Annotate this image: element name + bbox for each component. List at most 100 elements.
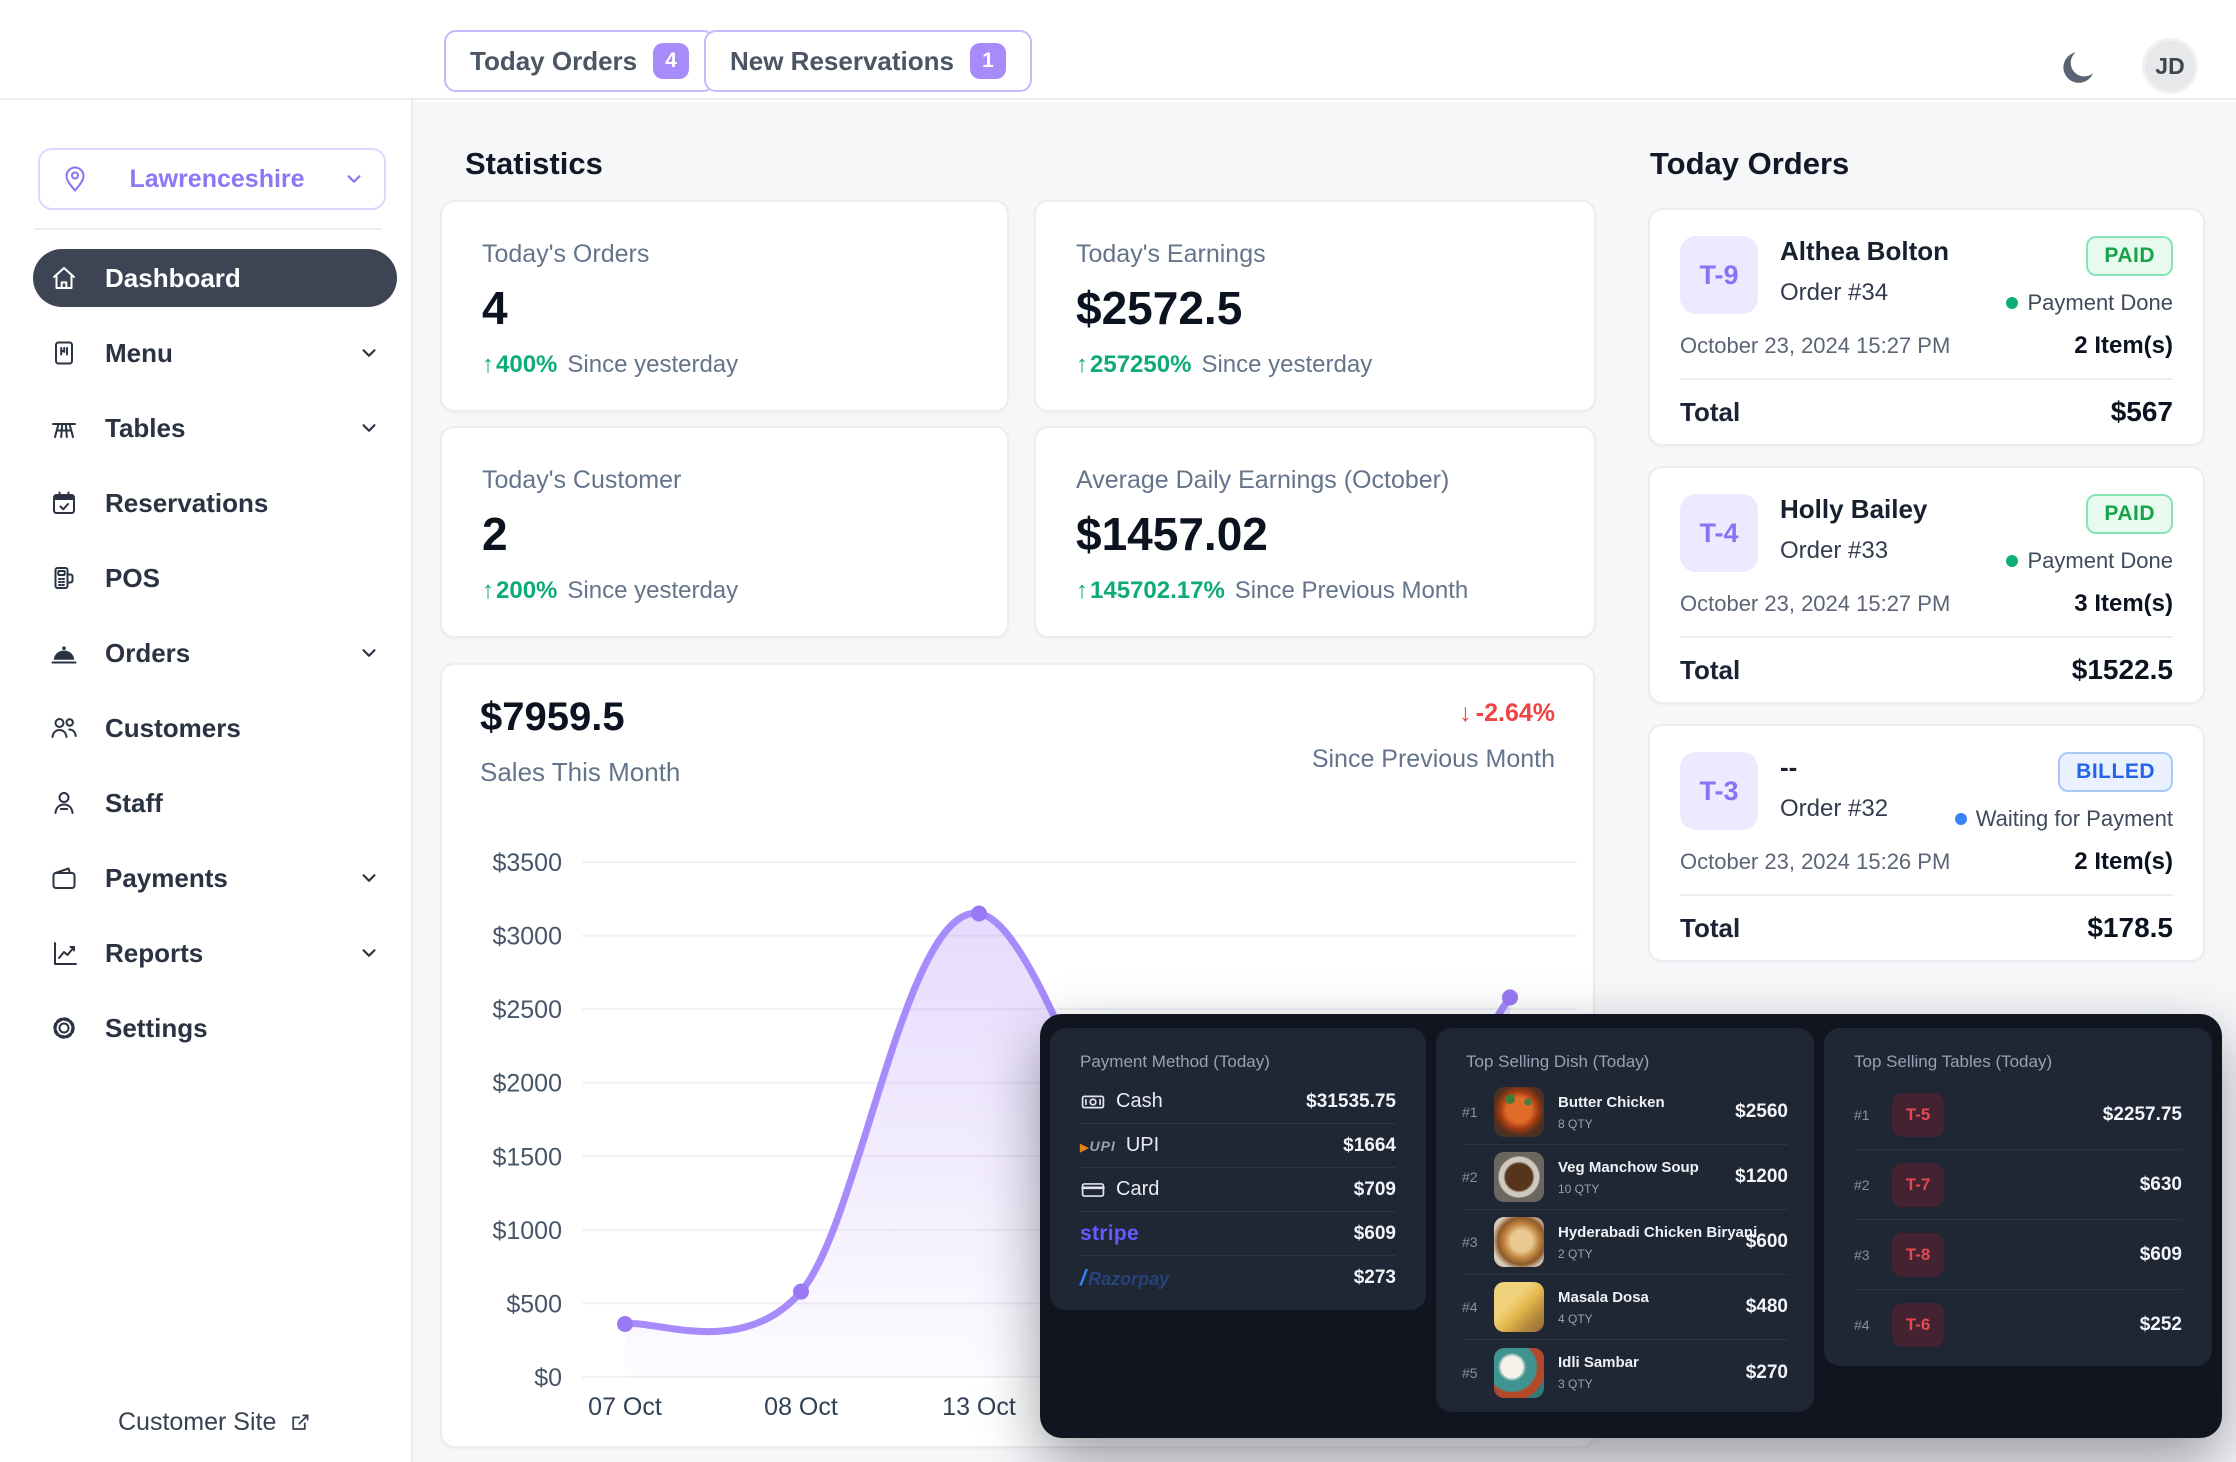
sidebar-item-settings[interactable]: Settings <box>33 999 397 1057</box>
status-dot <box>2006 555 2018 567</box>
dish-row: #1 Butter Chicken 8 QTY $2560 <box>1462 1080 1788 1145</box>
dish-qty: 8 QTY <box>1558 1117 1665 1131</box>
new-reservations-button[interactable]: New Reservations 1 <box>704 30 1032 92</box>
stat-delta-note: Since yesterday <box>1201 351 1372 379</box>
rank-label: #3 <box>1854 1247 1886 1263</box>
moon-icon <box>2058 46 2102 90</box>
location-label: Lawrenceshire <box>90 165 344 194</box>
customer-site-link[interactable]: Customer Site <box>118 1408 312 1437</box>
sidebar-item-reports[interactable]: Reports <box>33 924 397 982</box>
dish-name: Veg Manchow Soup <box>1558 1159 1699 1176</box>
table-badge: T-3 <box>1680 752 1758 830</box>
dish-amount: $270 <box>1736 1362 1788 1384</box>
divider <box>1680 378 2173 380</box>
sales-total-label: Sales This Month <box>480 757 680 788</box>
order-items-count: 3 Item(s) <box>2074 590 2173 618</box>
up-arrow-icon: ↑ <box>1076 577 1088 605</box>
svg-text:13 Oct: 13 Oct <box>942 1393 1016 1421</box>
stat-value: $2572.5 <box>1076 281 1554 335</box>
payment-method-label: UPI <box>1126 1134 1159 1157</box>
status-badge: PAID <box>2086 236 2173 276</box>
sidebar-item-label: Tables <box>105 413 185 444</box>
up-arrow-icon: ↑ <box>482 577 494 605</box>
table-amount: $2257.75 <box>2103 1104 2182 1126</box>
order-number: Order #33 <box>1780 537 1927 565</box>
insights-overlay: Payment Method (Today) Cash $31535.75 ▶U… <box>1040 1014 2222 1438</box>
today-orders-button[interactable]: Today Orders 4 <box>444 30 715 92</box>
table-badge: T-9 <box>1680 236 1758 314</box>
payment-row: stripe $609 <box>1080 1212 1396 1256</box>
topbar: Today Orders 4 New Reservations 1 JD <box>0 0 2236 100</box>
table-amount: $609 <box>2140 1244 2182 1266</box>
dish-qty: 2 QTY <box>1558 1247 1736 1261</box>
sidebar-item-dashboard[interactable]: Dashboard <box>33 249 397 307</box>
table-row: #3 T-8 $609 <box>1854 1220 2182 1290</box>
table-badge: T-7 <box>1892 1163 1944 1207</box>
location-pin-icon <box>60 164 90 194</box>
table-amount: $252 <box>2140 1314 2182 1336</box>
sidebar-item-label: Staff <box>105 788 163 819</box>
order-card[interactable]: T-3 -- Order #32 BILLED Waiting for Paym… <box>1648 724 2205 962</box>
status-note-text: Waiting for Payment <box>1976 806 2173 832</box>
avatar[interactable]: JD <box>2142 38 2198 94</box>
svg-text:$1000: $1000 <box>492 1217 562 1245</box>
order-datetime: October 23, 2024 15:27 PM <box>1680 591 1950 617</box>
status-badge: PAID <box>2086 494 2173 534</box>
sidebar-item-reservations[interactable]: Reservations <box>33 474 397 532</box>
dish-image <box>1494 1217 1544 1267</box>
location-selector[interactable]: Lawrenceshire <box>38 148 386 210</box>
dish-qty: 10 QTY <box>1558 1182 1699 1196</box>
sidebar-item-label: Reports <box>105 938 203 969</box>
order-card[interactable]: T-9 Althea Bolton Order #34 PAID Payment… <box>1648 208 2205 446</box>
table-badge: T-4 <box>1680 494 1758 572</box>
table-row: #2 T-7 $630 <box>1854 1150 2182 1220</box>
up-arrow-icon: ↑ <box>482 351 494 379</box>
sidebar-item-pos[interactable]: POS <box>33 549 397 607</box>
total-value: $178.5 <box>2087 912 2173 944</box>
chart-icon <box>49 938 79 968</box>
sidebar: Lawrenceshire Dashboard Menu <box>30 100 413 1462</box>
sales-delta-percent: -2.64% <box>1476 699 1555 728</box>
stripe-logo: stripe <box>1080 1222 1139 1246</box>
sidebar-item-label: POS <box>105 563 160 594</box>
sidebar-item-customers[interactable]: Customers <box>33 699 397 757</box>
panel-title: Top Selling Tables (Today) <box>1824 1028 2212 1080</box>
stat-delta-percent: 145702.17% <box>1090 577 1225 605</box>
stat-delta-note: Since yesterday <box>567 351 738 379</box>
order-datetime: October 23, 2024 15:26 PM <box>1680 849 1950 875</box>
order-items-count: 2 Item(s) <box>2074 848 2173 876</box>
svg-text:$500: $500 <box>506 1290 562 1318</box>
sidebar-item-menu[interactable]: Menu <box>33 324 397 382</box>
wallet-icon <box>49 863 79 893</box>
sidebar-item-payments[interactable]: Payments <box>33 849 397 907</box>
cloche-icon <box>49 638 79 668</box>
total-value: $567 <box>2111 396 2173 428</box>
status-badge: BILLED <box>2058 752 2173 792</box>
external-link-icon <box>288 1411 312 1435</box>
dish-image <box>1494 1348 1544 1398</box>
order-card[interactable]: T-4 Holly Bailey Order #33 PAID Payment … <box>1648 466 2205 704</box>
rank-label: #4 <box>1462 1299 1494 1315</box>
order-number: Order #32 <box>1780 795 1888 823</box>
sidebar-item-staff[interactable]: Staff <box>33 774 397 832</box>
payment-amount: $1664 <box>1343 1135 1396 1157</box>
payment-method-label: Cash <box>1116 1090 1163 1113</box>
rank-label: #1 <box>1854 1107 1886 1123</box>
sidebar-item-orders[interactable]: Orders <box>33 624 397 682</box>
dish-name: Hyderabadi Chicken Biryani <box>1558 1224 1736 1241</box>
svg-text:$3000: $3000 <box>492 923 562 951</box>
sidebar-item-tables[interactable]: Tables <box>33 399 397 457</box>
dark-mode-toggle[interactable] <box>2058 46 2102 90</box>
stat-title: Today's Customer <box>482 466 967 495</box>
payment-row: Cash $31535.75 <box>1080 1080 1396 1124</box>
customer-site-label: Customer Site <box>118 1408 276 1437</box>
stat-card-average-daily-earnings: Average Daily Earnings (October) $1457.0… <box>1034 426 1596 638</box>
table-badge: T-8 <box>1892 1233 1944 1277</box>
razorpay-logo: /Razorpay <box>1080 1265 1169 1291</box>
dish-name: Butter Chicken <box>1558 1094 1665 1111</box>
today-orders-heading: Today Orders <box>1650 146 1849 182</box>
calendar-check-icon <box>49 488 79 518</box>
panel-title: Top Selling Dish (Today) <box>1436 1028 1814 1080</box>
chevron-down-icon <box>359 343 379 363</box>
dish-amount: $1200 <box>1725 1166 1788 1188</box>
